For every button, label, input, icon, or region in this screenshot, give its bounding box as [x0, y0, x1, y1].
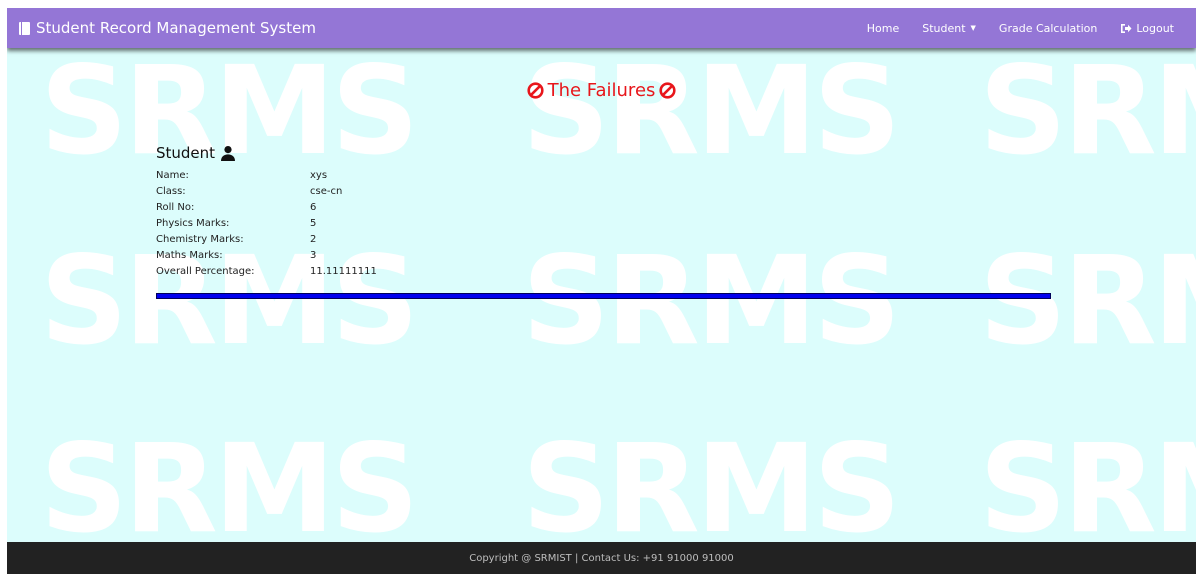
detail-row: Chemistry Marks: 2 — [156, 232, 377, 248]
detail-label: Roll No: — [156, 202, 195, 213]
brand-link[interactable]: Student Record Management System — [7, 19, 316, 37]
page-title-text: The Failures — [547, 80, 656, 101]
ban-icon — [659, 82, 676, 99]
watermark: SRMS — [522, 40, 901, 182]
detail-value: 3 — [310, 250, 317, 261]
page: SRMS SRMS SRMS SRMS SRMS SRMS SRMS SRMS … — [7, 8, 1196, 574]
nav-home[interactable]: Home — [867, 22, 899, 35]
logout-icon — [1121, 23, 1132, 33]
detail-row: Name: xys — [156, 168, 377, 184]
detail-value: 5 — [310, 218, 317, 229]
nav-logout-label: Logout — [1136, 21, 1174, 35]
watermark: SRMS — [522, 418, 901, 560]
nav-student-dropdown[interactable]: Student ▼ — [922, 22, 976, 35]
watermark: SRMS — [522, 230, 901, 372]
detail-value: xys — [310, 170, 328, 181]
ban-icon — [527, 82, 544, 99]
page-title: The Failures — [7, 80, 1196, 101]
watermark: SRMS — [979, 40, 1196, 182]
detail-label: Chemistry Marks: — [156, 234, 244, 245]
footer-text: Copyright @ SRMIST | Contact Us: +91 910… — [469, 552, 734, 564]
nav-menu: Home Student ▼ Grade Calculation Logout — [844, 22, 1196, 35]
detail-label: Class: — [156, 186, 186, 197]
detail-row: Overall Percentage: 11.11111111 — [156, 264, 377, 280]
detail-label: Maths Marks: — [156, 250, 223, 261]
detail-row: Maths Marks: 3 — [156, 248, 377, 264]
detail-row: Physics Marks: 5 — [156, 216, 377, 232]
detail-label: Name: — [156, 170, 189, 181]
separator-bar — [156, 293, 1051, 299]
detail-row: Roll No: 6 — [156, 200, 377, 216]
student-heading: Student — [156, 144, 236, 162]
detail-label: Overall Percentage: — [156, 266, 255, 277]
student-details: Name: xys Class: cse-cn Roll No: 6 Physi… — [156, 168, 377, 280]
book-icon — [19, 21, 30, 35]
brand-title: Student Record Management System — [36, 19, 316, 37]
detail-value: cse-cn — [310, 186, 343, 197]
watermark: SRMS — [979, 230, 1196, 372]
navbar: Student Record Management System Home St… — [7, 8, 1196, 48]
detail-value: 2 — [310, 234, 317, 245]
nav-logout[interactable]: Logout — [1120, 22, 1174, 35]
detail-label: Physics Marks: — [156, 218, 230, 229]
student-heading-text: Student — [156, 144, 216, 162]
watermark: SRMS — [979, 418, 1196, 560]
detail-value: 6 — [310, 202, 317, 213]
detail-value: 11.11111111 — [310, 266, 377, 277]
watermark: SRMS — [40, 418, 419, 560]
user-icon — [221, 146, 236, 161]
footer: Copyright @ SRMIST | Contact Us: +91 910… — [7, 542, 1196, 574]
caret-down-icon: ▼ — [970, 24, 976, 32]
nav-student-label: Student — [922, 21, 966, 35]
nav-grade-calculation[interactable]: Grade Calculation — [999, 22, 1097, 35]
detail-row: Class: cse-cn — [156, 184, 377, 200]
